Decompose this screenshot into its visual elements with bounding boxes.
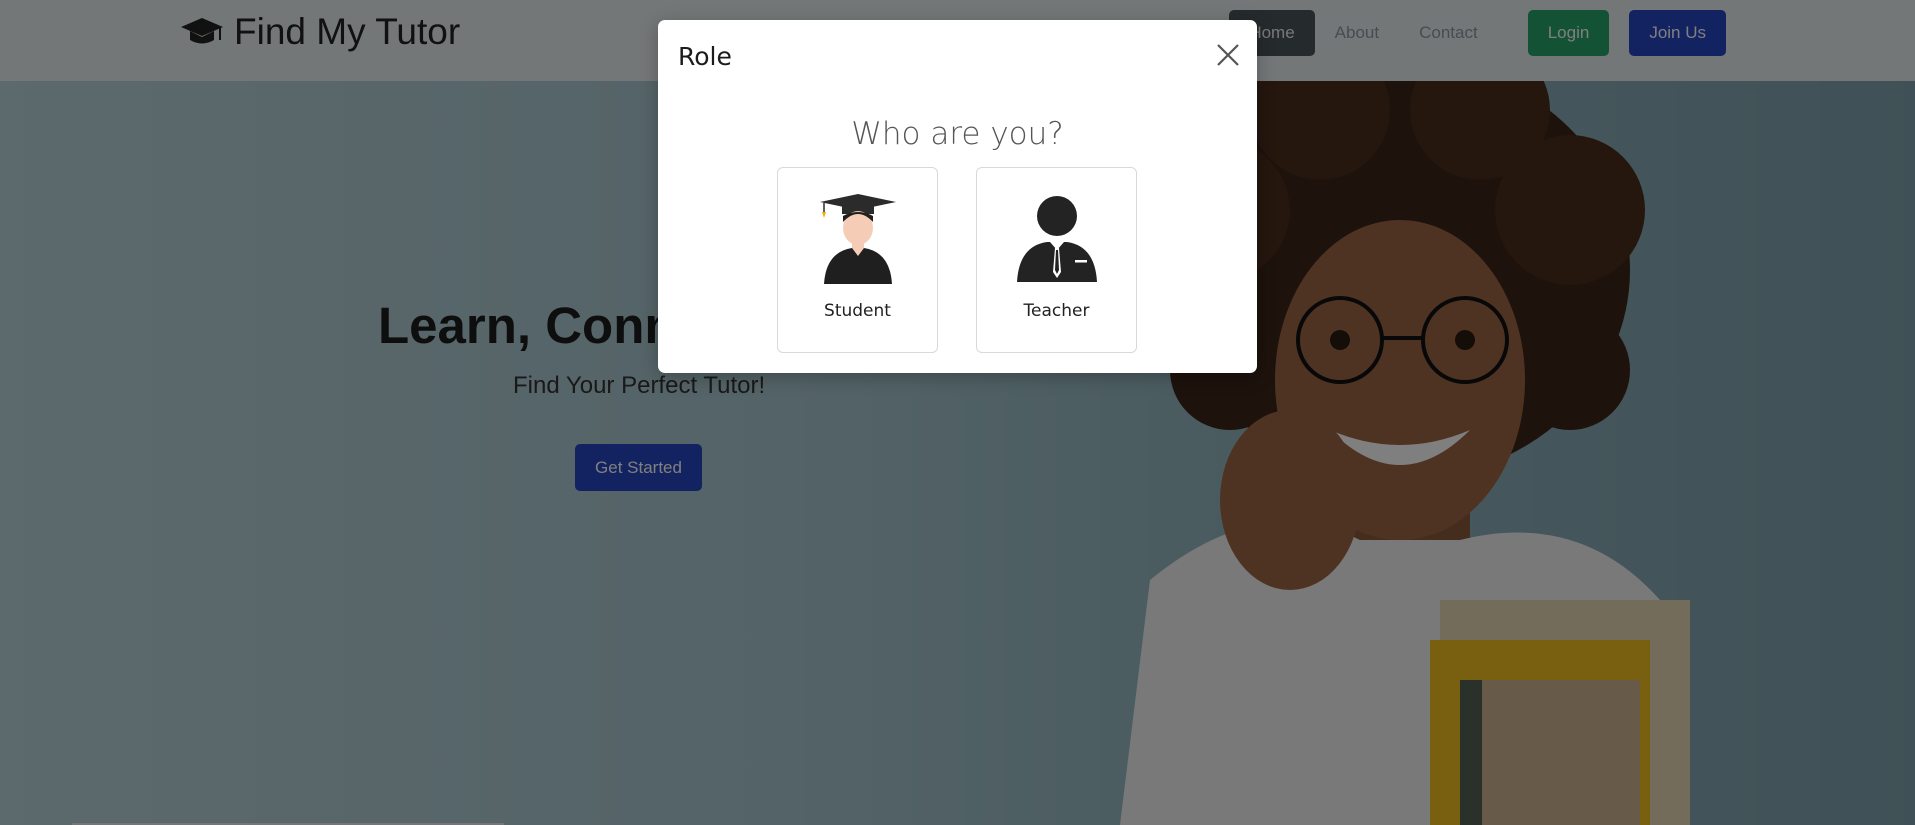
role-label-teacher: Teacher (1023, 301, 1090, 321)
role-card-student[interactable]: Student (777, 167, 938, 353)
close-icon[interactable] (1215, 42, 1241, 68)
student-graduate-icon (820, 194, 896, 284)
modal-title: Role (678, 42, 732, 71)
role-label-student: Student (824, 301, 891, 321)
role-question: Who are you? (851, 116, 1064, 152)
page: Find My Tutor Home About Contact Login J… (0, 0, 1915, 825)
role-card-teacher[interactable]: Teacher (976, 167, 1137, 353)
role-modal: Role Who are you? Student Teacher (658, 20, 1257, 373)
teacher-icon (1017, 196, 1097, 282)
